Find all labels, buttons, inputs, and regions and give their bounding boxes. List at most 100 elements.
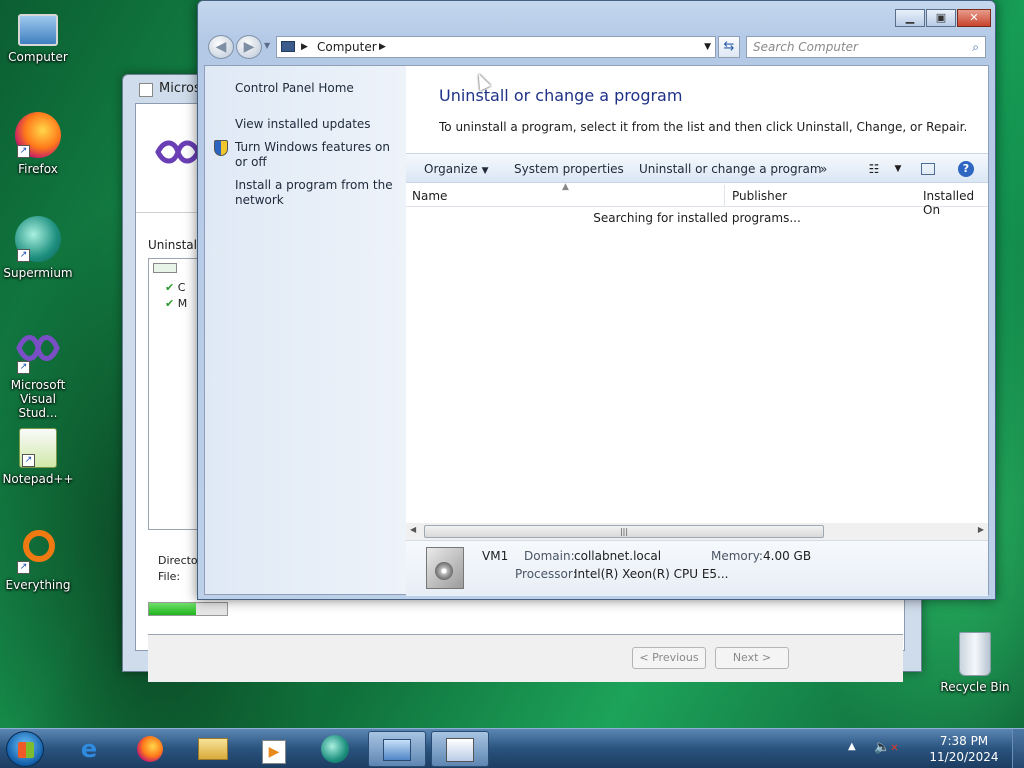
installer-section-label: Uninstalli [148,238,204,252]
uninstall-change-button[interactable]: Uninstall or change a program [639,162,822,176]
notepadpp-icon: ↗ [19,428,57,468]
computer-icon [18,14,58,46]
control-panel-home-link[interactable]: Control Panel Home [235,81,354,96]
checkmark-icon: ✔ [165,297,175,310]
desktop-icon-label: Recycle Bin [940,680,1010,694]
clock-time[interactable]: 7:38 PM [924,734,1004,748]
desktop-icon-label: Computer [8,50,68,64]
minimize-button[interactable]: ▁ [895,9,925,27]
view-installed-updates-link[interactable]: View installed updates [235,117,371,132]
domain-label: Domain: [524,549,575,563]
column-header: ▲ Name Publisher Installed On [406,182,988,217]
status-message: Searching for installed programs... [593,211,801,225]
desktop-icon-computer[interactable]: Computer [0,8,76,64]
close-button[interactable]: ✕ [957,9,991,27]
installer-icon [446,738,474,762]
left-task-pane: Control Panel Home View installed update… [205,66,406,594]
list-item: ✔ M [165,297,187,310]
processor-value: Intel(R) Xeon(R) CPU E5... [574,567,729,581]
control-panel-icon [383,739,411,761]
desktop-icon-label: Firefox [18,162,58,176]
taskbar-control-panel[interactable] [368,731,426,767]
list-item-label: M [177,297,188,310]
desktop-icon-label: Everything [5,578,71,592]
view-options-icon[interactable]: ☷ [866,161,882,177]
install-from-network-link[interactable]: Install a program from the network [235,178,395,208]
desktop-icon-label: Microsoft Visual Stud... [10,378,66,420]
taskbar-firefox[interactable] [121,731,179,767]
domain-value: collabnet.local [574,549,662,563]
search-input[interactable]: Search Computer ⌕ [746,36,986,58]
horizontal-scrollbar[interactable]: ◀ ||| ▶ [406,523,988,540]
column-name[interactable]: Name [412,189,447,203]
progress-fill [149,603,196,615]
visual-studio-icon: ↗ [15,328,61,374]
internet-explorer-icon: e [80,735,98,763]
recent-pages-icon[interactable]: ▼ [264,41,270,50]
maximize-button[interactable]: ▣ [926,9,956,27]
shortcut-arrow-icon: ↗ [17,249,30,262]
organize-menu[interactable]: Organize ▼ [424,162,489,176]
navigation-bar: ◀ ▶ ▼ ▶ Computer ▶ ▼ ⇆ Search Computer ⌕ [206,35,989,59]
programs-and-features-window[interactable]: ▁ ▣ ✕ ◀ ▶ ▼ ▶ Computer ▶ ▼ ⇆ Search Comp… [197,0,996,600]
start-button[interactable] [6,731,44,767]
show-desktop-button[interactable] [1012,729,1024,768]
firefox-icon [137,736,163,762]
taskbar-internet-explorer[interactable]: e [60,731,118,767]
taskbar-explorer[interactable] [184,731,242,767]
scrollbar-thumb[interactable]: ||| [424,525,824,538]
volume-muted-icon[interactable]: 🔈✕ [874,740,899,755]
taskbar: e ▶ ▲ 🔈✕ 7:38 PM 11/20/2024 [0,728,1024,768]
list-header-icon [153,263,177,273]
programs-pane: Uninstall or change a program To uninsta… [406,66,988,596]
desktop-icon-supermium[interactable]: ↗ Supermium [0,216,76,280]
search-placeholder: Search Computer [753,40,858,54]
system-tray: ▲ 🔈✕ 7:38 PM 11/20/2024 [834,729,1024,768]
taskbar-media-player[interactable]: ▶ [245,731,303,767]
supermium-icon [321,735,349,763]
forward-button[interactable]: ▶ [236,35,262,59]
shortcut-arrow-icon: ↗ [22,454,35,467]
computer-name: VM1 [482,549,509,563]
address-bar[interactable]: ▶ Computer ▶ ▼ [276,36,716,58]
chevron-down-icon: ▼ [481,166,489,176]
desktop-icon-recycle-bin[interactable]: Recycle Bin [937,632,1013,694]
desktop-icon-visual-studio[interactable]: ↗ Microsoft Visual Stud... [0,328,76,420]
address-dropdown-icon[interactable]: ▼ [704,37,711,57]
search-icon[interactable]: ⌕ [972,37,979,57]
scroll-right-icon[interactable]: ▶ [978,525,984,534]
organize-label: Organize [424,162,478,176]
chevron-down-icon[interactable]: ▼ [890,161,906,177]
system-properties-button[interactable]: System properties [514,162,624,176]
refresh-button[interactable]: ⇆ [718,36,740,58]
folder-icon [198,738,228,760]
show-hidden-icons-icon[interactable]: ▲ [848,741,856,752]
breadcrumb-arrow-icon[interactable]: ▶ [379,37,386,57]
preview-pane-icon[interactable] [921,163,935,175]
memory-value: 4.00 GB [763,549,812,563]
turn-windows-features-link[interactable]: Turn Windows features on or off [235,140,395,170]
shortcut-arrow-icon: ↗ [17,145,30,158]
help-icon[interactable]: ? [958,161,974,177]
installer-footer: < Previous Next > [148,634,903,682]
scroll-left-icon[interactable]: ◀ [410,525,416,534]
recycle-bin-icon [959,632,991,676]
clock-date[interactable]: 11/20/2024 [924,750,1004,764]
column-separator[interactable] [724,185,725,207]
next-button[interactable]: Next > [715,647,789,669]
breadcrumb-arrow-icon[interactable]: ▶ [301,37,308,57]
taskbar-supermium[interactable] [306,731,364,767]
back-button[interactable]: ◀ [208,35,234,59]
shield-icon [214,140,228,156]
column-publisher[interactable]: Publisher [732,189,787,203]
desktop-icon-label: Supermium [3,266,73,280]
everything-icon: ↗ [15,528,61,574]
more-commands-button[interactable]: » [820,162,827,176]
breadcrumb-computer[interactable]: Computer [317,37,377,57]
installer-progress-bar [148,602,228,616]
taskbar-installer[interactable] [431,731,489,767]
previous-button[interactable]: < Previous [632,647,706,669]
desktop-icon-everything[interactable]: ↗ Everything [0,528,76,592]
desktop-icon-notepadpp[interactable]: ↗ Notepad++ [0,428,76,486]
desktop-icon-firefox[interactable]: ↗ Firefox [0,112,76,176]
